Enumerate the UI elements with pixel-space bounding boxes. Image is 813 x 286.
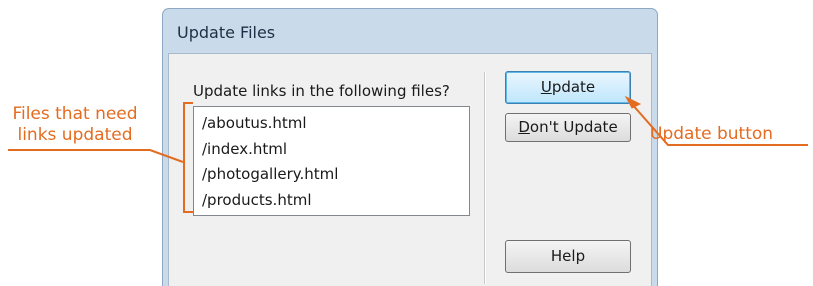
vertical-divider [484,72,486,284]
list-item[interactable]: /index.html [202,137,469,163]
update-button[interactable]: Update [505,71,631,104]
files-listbox[interactable]: /aboutus.html /index.html /photogallery.… [193,106,470,216]
files-callout-line1: Files that need [12,104,138,124]
prompt-label: Update links in the following files? [193,82,450,100]
help-button[interactable]: Help [505,240,631,273]
screenshot-stage: Update Files Update links in the followi… [0,0,813,286]
update-files-dialog: Update Files Update links in the followi… [162,8,658,286]
files-leader-line [8,149,184,163]
update-mnemonic: U [540,78,552,96]
list-item[interactable]: /aboutus.html [202,111,469,137]
list-item[interactable]: /products.html [202,188,469,214]
files-callout: Files that need links updated [4,104,146,146]
files-callout-line2: links updated [17,125,133,145]
update-button-callout: Update button [650,124,774,144]
dialog-title: Update Files [177,23,276,42]
list-item[interactable]: /photogallery.html [202,162,469,188]
dont-update-mnemonic: D [518,118,530,136]
update-label: pdate [551,78,596,96]
dont-update-button[interactable]: Don't Update [505,113,631,142]
dialog-body: Update links in the following files? /ab… [168,53,652,286]
dont-update-label: on't Update [529,118,618,136]
